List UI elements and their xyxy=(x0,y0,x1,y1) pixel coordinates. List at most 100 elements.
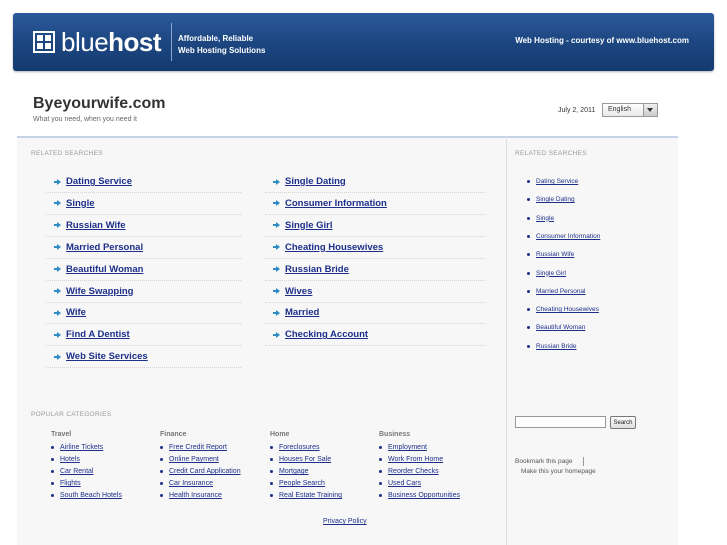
sidebar-link[interactable]: Single Girl xyxy=(536,270,566,277)
search-input[interactable] xyxy=(515,416,606,428)
category-link[interactable]: Free Credit Report xyxy=(169,444,227,451)
related-search-item: Wives xyxy=(265,281,485,303)
related-search-link[interactable]: Single Dating xyxy=(285,176,346,187)
sidebar-link[interactable]: Cheating Housewives xyxy=(536,306,599,313)
related-search-link[interactable]: Russian Bride xyxy=(285,264,349,275)
bullet-icon xyxy=(270,458,273,461)
sidebar-link-item: Single xyxy=(527,215,554,222)
related-search-link[interactable]: Wives xyxy=(285,286,312,297)
category-link[interactable]: Real Estate Training xyxy=(279,492,342,499)
sidebar-link[interactable]: Married Personal xyxy=(536,288,586,295)
bullet-icon xyxy=(379,458,382,461)
arrow-right-icon xyxy=(54,178,61,185)
bullet-icon xyxy=(270,446,273,449)
category-link[interactable]: Foreclosures xyxy=(279,444,319,451)
category-link[interactable]: Houses For Sale xyxy=(279,456,331,463)
chevron-down-icon[interactable] xyxy=(643,104,657,116)
arrow-right-icon xyxy=(273,331,280,338)
category-link[interactable]: Car Rental xyxy=(60,468,93,475)
related-search-link[interactable]: Single Girl xyxy=(285,220,333,231)
language-value: English xyxy=(608,106,631,113)
category-item: Online Payment xyxy=(160,456,219,463)
arrow-right-icon xyxy=(273,178,280,185)
category-item: Employment xyxy=(379,444,427,451)
category-link[interactable]: Business Opportunities xyxy=(388,492,460,499)
bullet-icon xyxy=(379,494,382,497)
bullet-icon xyxy=(51,470,54,473)
related-search-item: Wife xyxy=(46,302,241,325)
related-search-link[interactable]: Checking Account xyxy=(285,329,368,340)
category-link[interactable]: People Search xyxy=(279,480,325,487)
sidebar-link-item: Beautiful Woman xyxy=(527,324,585,331)
related-search-link[interactable]: Consumer Information xyxy=(285,198,387,209)
category-link[interactable]: Employment xyxy=(388,444,427,451)
related-search-link[interactable]: Wife Swapping xyxy=(66,286,133,297)
category-link[interactable]: Health Insurance xyxy=(169,492,222,499)
category-link[interactable]: Used Cars xyxy=(388,480,421,487)
bullet-icon xyxy=(160,458,163,461)
privacy-policy-link[interactable]: Privacy Policy xyxy=(323,518,367,525)
arrow-right-icon xyxy=(54,331,61,338)
language-select[interactable]: English xyxy=(602,103,658,117)
related-search-link[interactable]: Web Site Services xyxy=(66,351,148,362)
sidebar-link[interactable]: Russian Bride xyxy=(536,343,576,350)
homepage-link[interactable]: Make this your homepage xyxy=(521,468,596,475)
related-search-link[interactable]: Single xyxy=(66,198,95,209)
bullet-icon xyxy=(160,494,163,497)
category-link[interactable]: Airline Tickets xyxy=(60,444,103,451)
sidebar-link[interactable]: Single Dating xyxy=(536,196,575,203)
category-link[interactable]: Mortgage xyxy=(279,468,309,475)
bullet-icon xyxy=(270,494,273,497)
category-heading: Business xyxy=(379,431,411,438)
category-item: Car Rental xyxy=(51,468,93,475)
category-link[interactable]: Car Insurance xyxy=(169,480,213,487)
category-item: Mortgage xyxy=(270,468,309,475)
related-searches-label: RELATED SEARCHES xyxy=(31,150,103,157)
category-link[interactable]: Work From Home xyxy=(388,456,443,463)
category-item: South Beach Hotels xyxy=(51,492,122,499)
category-link[interactable]: Online Payment xyxy=(169,456,219,463)
bullet-icon xyxy=(527,344,530,348)
related-search-item: Consumer Information xyxy=(265,193,485,215)
category-link[interactable]: Hotels xyxy=(60,456,80,463)
related-search-item: Cheating Housewives xyxy=(265,237,485,259)
arrow-right-icon xyxy=(54,309,61,316)
category-item: Free Credit Report xyxy=(160,444,227,451)
category-item: Health Insurance xyxy=(160,492,222,499)
bullet-icon xyxy=(527,308,530,312)
related-search-link[interactable]: Wife xyxy=(66,307,86,318)
bookmark-link[interactable]: Bookmark this page xyxy=(515,458,572,465)
related-search-item: Web Site Services xyxy=(46,346,241,369)
related-search-link[interactable]: Dating Service xyxy=(66,176,132,187)
sidebar-link[interactable]: Single xyxy=(536,215,554,222)
related-search-link[interactable]: Find A Dentist xyxy=(66,329,130,340)
bullet-icon xyxy=(379,446,382,449)
related-search-link[interactable]: Cheating Housewives xyxy=(285,242,383,253)
arrow-right-icon xyxy=(273,288,280,294)
category-link[interactable]: Credit Card Application xyxy=(169,468,241,475)
arrow-right-icon xyxy=(273,222,280,229)
bullet-icon xyxy=(270,470,273,473)
related-search-link[interactable]: Russian Wife xyxy=(66,220,126,231)
related-search-link[interactable]: Married xyxy=(285,307,319,318)
category-link[interactable]: Reorder Checks xyxy=(388,468,439,475)
bullet-icon xyxy=(527,271,530,275)
related-search-item: Wife Swapping xyxy=(46,281,241,303)
category-heading: Finance xyxy=(160,431,187,438)
sidebar-link[interactable]: Beautiful Woman xyxy=(536,324,585,331)
related-search-link[interactable]: Married Personal xyxy=(66,242,143,253)
sidebar-link[interactable]: Russian Wife xyxy=(536,251,574,258)
sidebar-link[interactable]: Dating Service xyxy=(536,178,578,185)
related-search-link[interactable]: Beautiful Woman xyxy=(66,264,143,275)
category-link[interactable]: Flights xyxy=(60,480,81,487)
arrow-right-icon xyxy=(273,200,280,207)
bullet-icon xyxy=(160,470,163,473)
sidebar-link[interactable]: Consumer Information xyxy=(536,233,600,240)
search-button[interactable]: Search xyxy=(610,416,636,429)
bullet-icon xyxy=(51,446,54,449)
category-item: Houses For Sale xyxy=(270,456,331,463)
sidebar-link-item: Dating Service xyxy=(527,178,578,185)
category-link[interactable]: South Beach Hotels xyxy=(60,492,122,499)
bluehost-logo[interactable]: bluehost xyxy=(33,28,162,56)
category-heading: Home xyxy=(270,431,290,438)
